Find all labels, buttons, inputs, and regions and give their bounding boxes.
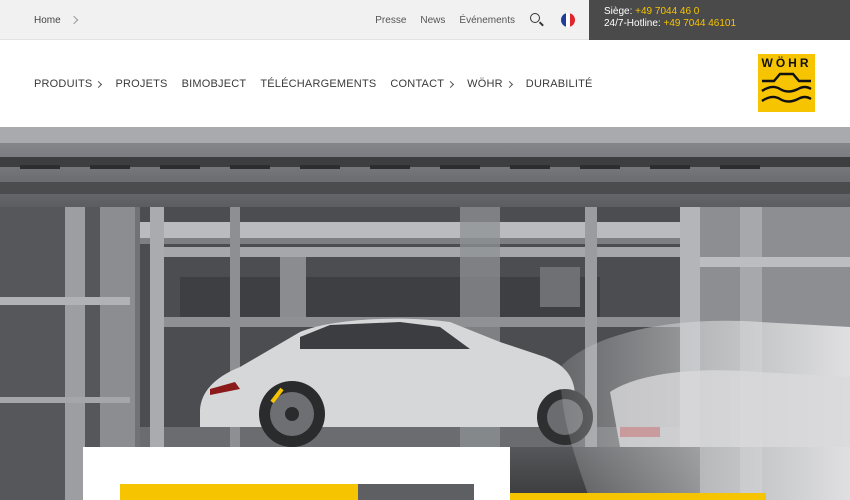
nav-item-contact[interactable]: CONTACT <box>390 78 455 90</box>
breadcrumb-home-link[interactable]: Home <box>34 15 61 26</box>
chevron-right-icon <box>95 80 103 88</box>
siege-label: Siège: <box>604 6 633 17</box>
nav-item-telechargements[interactable]: TÉLÉCHARGEMENTS <box>260 78 376 90</box>
siege-line: Siège: +49 7044 46 0 <box>604 6 850 18</box>
presse-link[interactable]: Presse <box>375 15 406 26</box>
nav-item-label: DURABILITÉ <box>525 78 593 90</box>
nav-item-label: TÉLÉCHARGEMENTS <box>260 78 377 90</box>
nav-item-durabilite[interactable]: DURABILITÉ <box>526 78 593 90</box>
hero-image <box>0 127 850 500</box>
logo-text: WÖHR <box>761 56 812 70</box>
nav-item-bimobject[interactable]: BIMOBJECT <box>182 78 247 90</box>
nav-item-projets[interactable]: PROJETS <box>115 78 167 90</box>
breadcrumb: Home <box>34 0 78 40</box>
chevron-right-icon <box>505 80 513 88</box>
news-link[interactable]: News <box>420 15 445 26</box>
flag-france-icon[interactable] <box>561 13 575 27</box>
hotline-phone-link[interactable]: +49 7044 46101 <box>663 18 736 29</box>
nav-item-produits[interactable]: PRODUITS <box>34 78 103 90</box>
parking-garage-photo <box>0 127 850 500</box>
nav-item-wohr[interactable]: WÖHR <box>467 78 513 90</box>
search-icon[interactable] <box>529 12 545 28</box>
teaser-card-yellow-bar <box>510 493 766 500</box>
siege-phone-link[interactable]: +49 7044 46 0 <box>635 6 699 17</box>
chevron-right-icon <box>69 15 78 25</box>
nav-item-label: BIMOBJECT <box>181 78 247 90</box>
nav-item-label: PROJETS <box>115 78 168 90</box>
nav-item-label: CONTACT <box>390 78 445 90</box>
wohr-logo[interactable]: WÖHR <box>758 54 815 112</box>
logo-parking-icon <box>761 72 812 103</box>
chevron-right-icon <box>447 80 455 88</box>
teaser-card-yellow-panel <box>120 484 358 500</box>
contact-info-box: Siège: +49 7044 46 0 24/7-Hotline: +49 7… <box>589 0 850 40</box>
main-navbar: PRODUITS PROJETS BIMOBJECT TÉLÉCHARGEMEN… <box>0 41 850 127</box>
evenements-link[interactable]: Événements <box>459 15 515 26</box>
nav-item-label: PRODUITS <box>34 78 93 90</box>
utility-links: Presse News Événements <box>361 0 575 40</box>
hotline-label: 24/7-Hotline: <box>604 18 661 29</box>
hotline-line: 24/7-Hotline: +49 7044 46101 <box>604 18 850 30</box>
main-nav: PRODUITS PROJETS BIMOBJECT TÉLÉCHARGEMEN… <box>34 41 607 127</box>
nav-item-label: WÖHR <box>467 78 503 90</box>
teaser-card-image <box>358 484 474 500</box>
